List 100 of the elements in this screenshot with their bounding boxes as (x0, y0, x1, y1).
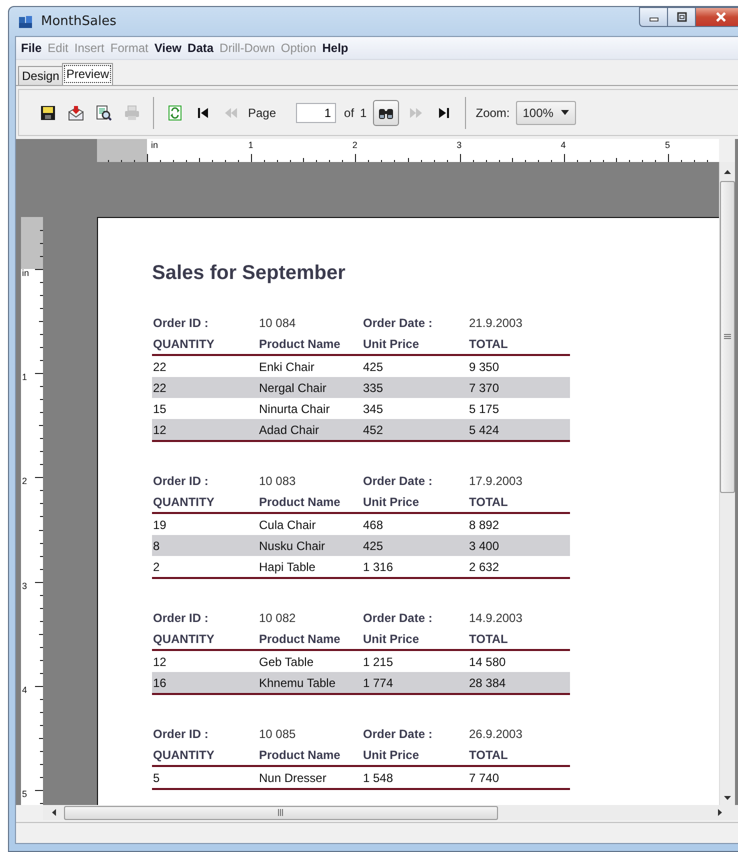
table-cell-text: 7 740 (468, 770, 500, 784)
table-cell-text: 425 (362, 538, 384, 552)
table-cell-text: Hapi Table (258, 560, 316, 574)
table-cell-text: 1 215 (362, 654, 394, 668)
table-cell-text: 452 (362, 422, 384, 436)
table-cell-text: 15 (152, 402, 168, 416)
maximize-icon (676, 12, 686, 22)
grip-icon (278, 809, 284, 816)
zoom-dropdown[interactable]: 100% (516, 100, 576, 124)
table-cell-text: Nergal Chair (258, 380, 328, 394)
table-cell-text: 468 (362, 518, 384, 532)
field-value: 10 085 (258, 726, 297, 740)
table-cell-text: 1 316 (362, 560, 394, 574)
column-header: TOTAL (468, 494, 509, 508)
column-header: TOTAL (468, 748, 509, 762)
table-cell-text: 22 (152, 380, 168, 394)
table-cell-text: 335 (362, 380, 384, 394)
close-icon (715, 11, 727, 23)
menu-item[interactable]: View (151, 41, 185, 55)
table-cell-text: 3 400 (468, 538, 500, 552)
table-cell-text: Adad Chair (258, 422, 320, 436)
menu-item[interactable]: Help (319, 41, 352, 55)
field-value: 14.9.2003 (468, 610, 524, 624)
column-header: Unit Price (362, 632, 420, 646)
ruler-label: in (151, 140, 158, 150)
ruler-corner (719, 139, 735, 162)
menu-item[interactable]: Data (184, 41, 217, 55)
ruler-label: 2 (22, 476, 28, 486)
table-cell-text: 12 (152, 654, 168, 668)
table-cell-text: 1 774 (362, 676, 394, 690)
menu-item[interactable]: File (18, 41, 45, 55)
column-header: QUANTITY (152, 336, 216, 350)
table-cell-text: Nusku Chair (258, 538, 326, 552)
ruler-label: 1 (22, 372, 28, 382)
table-cell-text: 5 424 (468, 422, 500, 436)
column-header: TOTAL (468, 632, 509, 646)
scroll-left-icon (52, 809, 56, 816)
printer-icon (124, 104, 140, 120)
caret-icon (561, 110, 570, 115)
column-header: Product Name (258, 748, 342, 762)
ruler-label: 5 (665, 140, 670, 150)
scroll-right-icon (718, 809, 722, 816)
column-header: Unit Price (362, 494, 420, 508)
column-header: QUANTITY (152, 632, 216, 646)
table-cell-text: 16 (152, 676, 168, 690)
table-cell-text: 8 (152, 538, 161, 552)
column-header: QUANTITY (152, 494, 216, 508)
ruler-label: 2 (352, 140, 358, 150)
ruler-label: in (22, 268, 30, 278)
tab[interactable]: Preview (62, 63, 114, 85)
ruler-label: 4 (560, 140, 566, 150)
table-cell-text: Geb Table (258, 654, 314, 668)
table-cell-text: 19 (152, 518, 168, 532)
field-label: Order Date : (362, 316, 434, 330)
field-value: 10 082 (258, 610, 297, 624)
column-header: Product Name (258, 632, 342, 646)
table-cell-text: 5 (152, 770, 161, 784)
tab[interactable]: Design (18, 66, 64, 85)
table-cell-text: 9 350 (468, 360, 500, 374)
field-label: Order ID : (152, 726, 210, 740)
toolbar-label: 1 (360, 106, 367, 120)
table-cell-text: 14 580 (468, 654, 507, 668)
table-cell-text: Enki Chair (258, 360, 316, 374)
ruler-label: 4 (22, 684, 28, 695)
scroll-down-icon (724, 796, 731, 800)
vertical-scrollbar[interactable] (719, 162, 735, 805)
field-value: 10 084 (258, 316, 297, 330)
ruler-label: 3 (456, 140, 462, 150)
column-header: QUANTITY (152, 748, 216, 762)
scroll-thumb[interactable] (64, 806, 498, 820)
find-button[interactable] (372, 100, 399, 126)
column-header: TOTAL (468, 336, 509, 350)
report-title: Sales for September (152, 262, 346, 286)
scroll-up-icon (724, 170, 731, 174)
field-label: Order ID : (152, 610, 210, 624)
field-value: 26.9.2003 (468, 726, 524, 740)
envelope-arrow-icon (68, 104, 84, 120)
table-cell-text: 5 175 (468, 402, 500, 416)
toolbar-label: Page (248, 106, 276, 120)
column-header: Unit Price (362, 336, 420, 350)
page-refresh-icon (167, 104, 183, 120)
field-value: 10 083 (258, 474, 297, 488)
toolbar-label: Zoom: (476, 106, 510, 120)
table-cell-text: 2 (152, 560, 161, 574)
app-icon (19, 14, 33, 28)
field-label: Order ID : (152, 474, 210, 488)
minimize-button[interactable] (639, 7, 667, 27)
scroll-thumb[interactable] (720, 181, 735, 493)
maximize-button[interactable] (667, 7, 695, 27)
ruler-label: 3 (22, 580, 28, 591)
table-cell-text: 7 370 (468, 380, 500, 394)
table-cell-text: Cula Chair (258, 518, 317, 532)
table-cell-text: 28 384 (468, 676, 507, 690)
field-value: 17.9.2003 (468, 474, 524, 488)
table-cell-text: 8 892 (468, 518, 500, 532)
table-cell-text: Khnemu Table (258, 676, 336, 690)
page-number-field[interactable]: 1 (296, 102, 336, 122)
close-button[interactable] (695, 7, 738, 27)
ruler-label: 5 (22, 789, 28, 799)
field-label: Order ID : (152, 316, 210, 330)
